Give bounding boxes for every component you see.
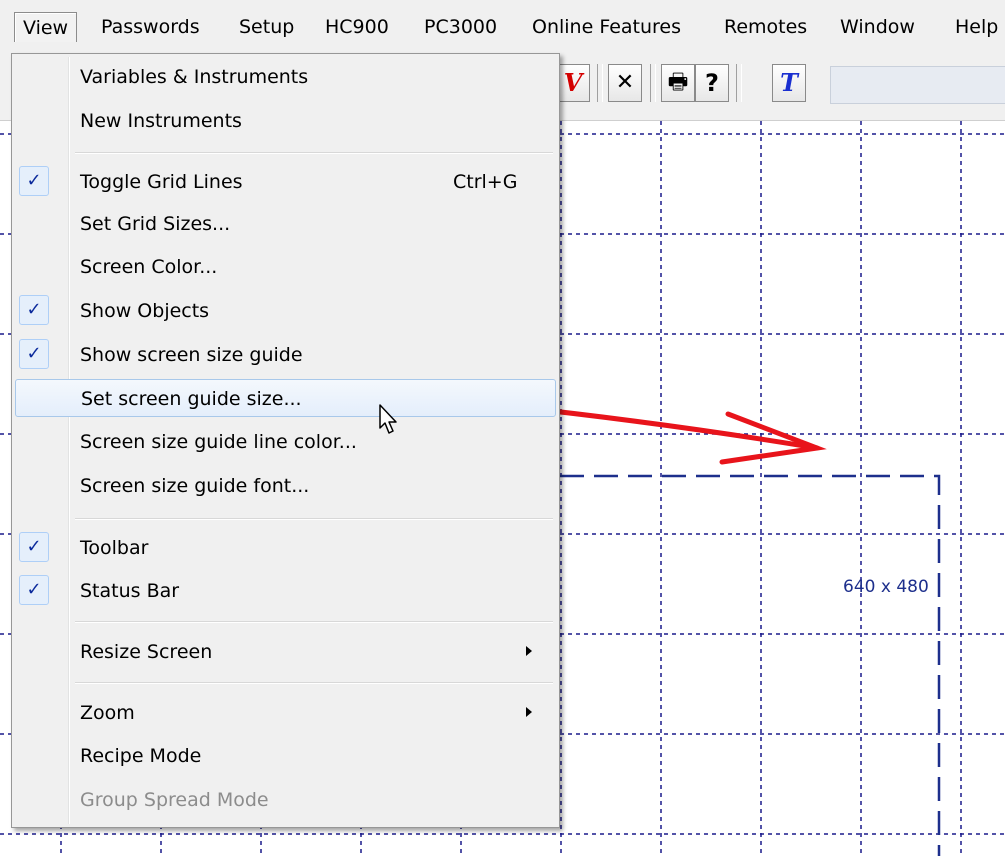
menu-item-label: Set screen guide size... <box>81 388 302 410</box>
menu-item-label: Set Grid Sizes... <box>80 213 231 235</box>
menu-item-label: Screen Color... <box>80 256 218 278</box>
menu-item-toolbar[interactable]: ✓ Toolbar <box>15 529 556 567</box>
help-icon[interactable]: ? <box>695 64 729 102</box>
screen-guide-size-label: 640 x 480 <box>843 577 929 597</box>
menu-item-new-instruments[interactable]: New Instruments <box>15 102 556 140</box>
toolbar-separator <box>597 64 603 102</box>
checkmark-icon: ✓ <box>19 532 49 562</box>
menu-item-label: Group Spread Mode <box>80 789 269 811</box>
view-menu-dropdown: Variables & Instruments New Instruments … <box>11 53 560 828</box>
red-v-icon[interactable]: V <box>556 64 590 102</box>
menu-separator <box>75 152 553 154</box>
menu-item-label: Zoom <box>80 702 135 724</box>
menu-window[interactable]: Window <box>832 12 923 42</box>
menu-item-label: Screen size guide line color... <box>80 431 357 453</box>
menu-item-label: New Instruments <box>80 110 242 132</box>
submenu-arrow-icon <box>526 646 532 656</box>
menu-bar: View Passwords Setup HC900 PC3000 Online… <box>0 0 1005 49</box>
print-icon[interactable]: 🖶 <box>661 64 695 102</box>
submenu-arrow-icon <box>526 707 532 717</box>
checkmark-icon: ✓ <box>19 166 49 196</box>
menu-remotes[interactable]: Remotes <box>716 12 815 42</box>
text-t-icon[interactable]: T <box>772 64 806 102</box>
menu-passwords[interactable]: Passwords <box>93 12 208 42</box>
menu-item-label: Show screen size guide <box>80 344 303 366</box>
menu-separator <box>75 518 553 520</box>
mouse-pointer-icon <box>379 404 397 434</box>
menu-item-status-bar[interactable]: ✓ Status Bar <box>15 572 556 610</box>
menu-setup[interactable]: Setup <box>231 12 302 42</box>
menu-item-label: Screen size guide font... <box>80 475 310 497</box>
menu-item-label: Toggle Grid Lines <box>80 171 243 193</box>
menu-item-shortcut: Ctrl+G <box>453 171 518 193</box>
checkmark-icon: ✓ <box>19 575 49 605</box>
menu-item-group-spread-mode: Group Spread Mode <box>15 781 556 819</box>
menu-item-screen-size-guide-line-color[interactable]: Screen size guide line color... <box>15 423 556 461</box>
menu-item-screen-size-guide-font[interactable]: Screen size guide font... <box>15 467 556 505</box>
menu-separator <box>75 682 553 684</box>
menu-item-label: Recipe Mode <box>80 745 202 767</box>
checkmark-icon: ✓ <box>19 339 49 369</box>
menu-item-resize-screen[interactable]: Resize Screen <box>15 633 556 671</box>
tools-icon[interactable]: ✕ <box>608 64 642 102</box>
toolbar-separator <box>650 64 656 102</box>
menu-item-show-screen-size-guide[interactable]: ✓ Show screen size guide <box>15 336 556 374</box>
menu-item-label: Variables & Instruments <box>80 66 309 88</box>
menu-item-label: Show Objects <box>80 300 210 322</box>
menu-help[interactable]: Help <box>947 12 1005 42</box>
menu-item-set-screen-guide-size[interactable]: Set screen guide size... <box>15 379 556 417</box>
screen-size-guide <box>560 474 941 856</box>
menu-item-toggle-grid-lines[interactable]: ✓ Toggle Grid Lines Ctrl+G <box>15 163 556 201</box>
menu-item-label: Status Bar <box>80 580 180 602</box>
menu-separator <box>75 621 553 623</box>
menu-item-variables-instruments[interactable]: Variables & Instruments <box>15 58 556 96</box>
menu-item-show-objects[interactable]: ✓ Show Objects <box>15 292 556 330</box>
menu-item-zoom[interactable]: Zoom <box>15 694 556 732</box>
toolbar-empty-area <box>830 66 1005 104</box>
menu-item-set-grid-sizes[interactable]: Set Grid Sizes... <box>15 205 556 243</box>
toolbar-separator <box>736 64 742 102</box>
menu-pc3000[interactable]: PC3000 <box>416 12 505 42</box>
menu-online-features[interactable]: Online Features <box>524 12 689 42</box>
menu-view[interactable]: View <box>14 12 78 42</box>
menu-item-label: Resize Screen <box>80 641 213 663</box>
menu-item-recipe-mode[interactable]: Recipe Mode <box>15 737 556 775</box>
menu-item-label: Toolbar <box>80 537 149 559</box>
menu-item-screen-color[interactable]: Screen Color... <box>15 248 556 286</box>
checkmark-icon: ✓ <box>19 295 49 325</box>
menu-hc900[interactable]: HC900 <box>317 12 397 42</box>
